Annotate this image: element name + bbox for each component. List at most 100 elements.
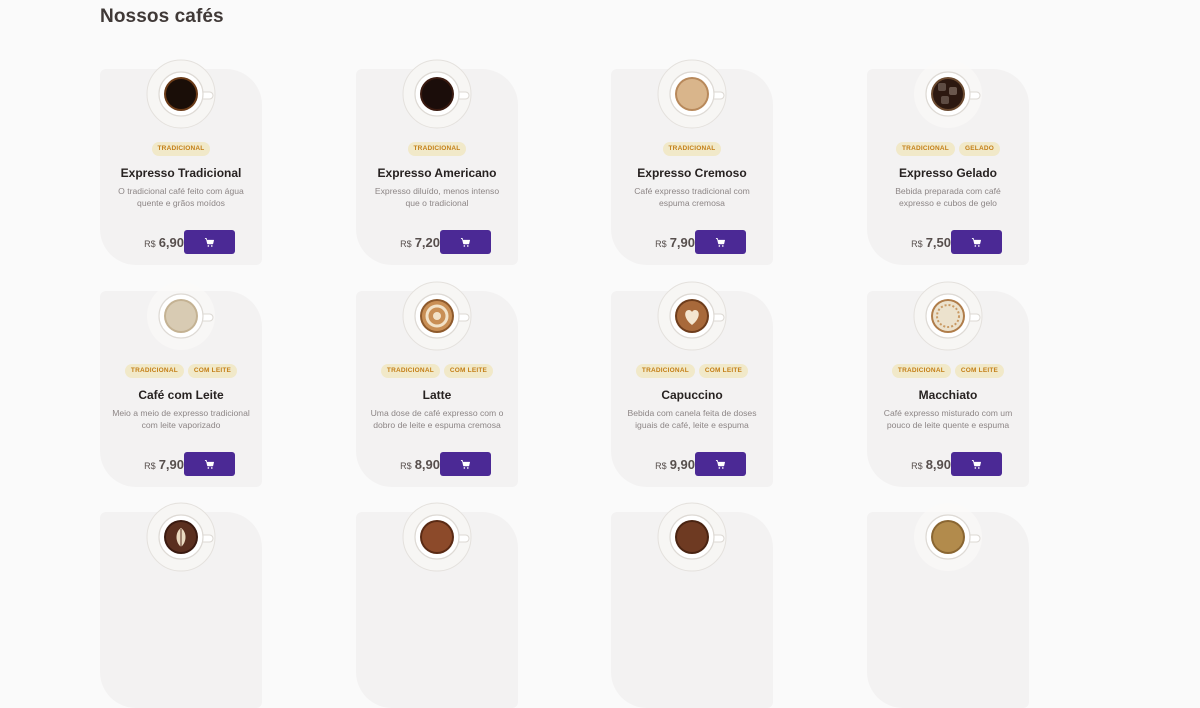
tag: COM LEITE xyxy=(187,364,238,378)
creamy-espresso-cup-icon xyxy=(657,59,727,129)
tag-list: TRADICIONAL COM LEITE xyxy=(611,364,773,378)
coffee-name: Expresso Tradicional xyxy=(120,166,242,180)
price-amount: 9,90 xyxy=(669,457,695,472)
shopping-cart-icon xyxy=(460,237,471,248)
price-amount: 8,90 xyxy=(925,457,951,472)
coffee-card: TRADICIONAL COM LEITE Latte Uma dose de caf… xyxy=(356,281,518,487)
price: R$ 9,90 xyxy=(611,456,695,474)
shopping-cart-icon xyxy=(460,459,471,470)
add-to-cart-button[interactable] xyxy=(695,230,746,254)
coffee-description: Café expresso tradicional com espuma cre… xyxy=(634,186,750,208)
price: R$ 7,20 xyxy=(356,234,440,252)
coffee-description: Expresso diluído, menos intenso que o tr… xyxy=(374,186,500,208)
tag: COM LEITE xyxy=(954,364,1005,378)
cubano-cup-icon xyxy=(657,502,727,572)
price: R$ 7,90 xyxy=(100,456,184,474)
coffee-card xyxy=(356,502,518,708)
coffee-card: TRADICIONAL COM LEITE Café com Leite Meio a… xyxy=(100,282,262,487)
price: R$ 6,90 xyxy=(100,234,184,252)
currency-symbol: R$ xyxy=(911,461,923,471)
add-to-cart-button[interactable] xyxy=(695,452,746,476)
add-to-cart-button[interactable] xyxy=(184,230,235,254)
shopping-cart-icon xyxy=(971,237,982,248)
coffee-name: Macchiato xyxy=(918,388,978,402)
shopping-cart-icon xyxy=(204,459,215,470)
coffee-card: TRADICIONAL Expresso Americano Expresso di… xyxy=(356,59,518,265)
coffee-name: Expresso Americano xyxy=(377,166,497,180)
coffee-card xyxy=(867,503,1029,708)
shopping-cart-icon xyxy=(715,237,726,248)
coffee-description: Uma dose de café expresso com o dobro de… xyxy=(370,408,504,430)
tag-list: TRADICIONAL xyxy=(356,142,518,156)
hot-chocolate-cup-icon xyxy=(402,502,472,572)
coffee-card xyxy=(100,502,262,708)
coffee-description: Bebida com canela feita de doses iguais … xyxy=(627,408,757,430)
tag: TRADICIONAL xyxy=(896,142,955,156)
shopping-cart-icon xyxy=(715,459,726,470)
shopping-cart-icon xyxy=(204,237,215,248)
tag-list: TRADICIONAL COM LEITE xyxy=(867,364,1029,378)
add-to-cart-button[interactable] xyxy=(951,230,1002,254)
tag-list: TRADICIONAL xyxy=(611,142,773,156)
tag: TRADICIONAL xyxy=(662,142,722,156)
price-amount: 8,90 xyxy=(414,457,440,472)
tag-list: TRADICIONAL COM LEITE xyxy=(100,364,262,378)
macchiato-cup-icon xyxy=(913,281,983,351)
tag: TRADICIONAL xyxy=(407,142,467,156)
tag-list: TRADICIONAL GELADO xyxy=(867,142,1029,156)
coffee-name: Capuccino xyxy=(661,388,723,402)
currency-symbol: R$ xyxy=(144,239,156,249)
coffee-name: Expresso Gelado xyxy=(898,166,998,180)
americano-cup-icon xyxy=(402,59,472,129)
price-amount: 7,50 xyxy=(925,235,951,250)
coffee-card xyxy=(611,502,773,708)
coffee-with-milk-cup-icon xyxy=(146,281,216,351)
coffee-card: TRADICIONAL GELADO Expresso Gelado Bebida p… xyxy=(867,60,1029,265)
currency-symbol: R$ xyxy=(144,461,156,471)
add-to-cart-button[interactable] xyxy=(184,452,235,476)
price-amount: 7,20 xyxy=(414,235,440,250)
price: R$ 7,50 xyxy=(867,234,951,252)
tag: COM LEITE xyxy=(698,364,749,378)
tag: TRADICIONAL xyxy=(151,142,211,156)
iced-espresso-cup-icon xyxy=(913,59,983,129)
price: R$ 7,90 xyxy=(611,234,695,252)
coffee-card: TRADICIONAL Expresso Tradicional O tradici… xyxy=(100,59,262,265)
tag: GELADO xyxy=(958,142,1000,156)
cappuccino-cup-icon xyxy=(657,281,727,351)
add-to-cart-button[interactable] xyxy=(440,452,491,476)
coffee-description: O tradicional café feito com água quente… xyxy=(118,186,244,208)
coffee-card: TRADICIONAL Expresso Cremoso Café expresso… xyxy=(611,59,773,265)
add-to-cart-button[interactable] xyxy=(951,452,1002,476)
currency-symbol: R$ xyxy=(655,461,667,471)
price-amount: 7,90 xyxy=(158,457,184,472)
coffee-card: TRADICIONAL COM LEITE Macchiato Café expres… xyxy=(867,281,1029,487)
havaiano-cup-icon xyxy=(913,502,983,572)
tag: TRADICIONAL xyxy=(124,364,184,378)
currency-symbol: R$ xyxy=(911,239,923,249)
espresso-cup-icon xyxy=(146,59,216,129)
currency-symbol: R$ xyxy=(400,461,412,471)
shopping-cart-icon xyxy=(971,459,982,470)
tag: TRADICIONAL xyxy=(380,364,440,378)
coffee-description: Meio a meio de expresso tradicional com … xyxy=(112,408,250,430)
tag: COM LEITE xyxy=(443,364,494,378)
coffee-card: TRADICIONAL COM LEITE Capuccino Bebida com … xyxy=(611,281,773,487)
price: R$ 8,90 xyxy=(867,456,951,474)
currency-symbol: R$ xyxy=(655,239,667,249)
tag: TRADICIONAL xyxy=(891,364,951,378)
coffee-description: Café expresso misturado com um pouco de … xyxy=(883,408,1013,430)
coffee-name: Latte xyxy=(422,388,452,402)
tag-list: TRADICIONAL COM LEITE xyxy=(356,364,518,378)
coffee-list: TRADICIONAL Expresso Tradicional O tradici… xyxy=(0,0,1200,708)
price: R$ 8,90 xyxy=(356,456,440,474)
coffee-name: Expresso Cremoso xyxy=(637,166,747,180)
add-to-cart-button[interactable] xyxy=(440,230,491,254)
coffee-name: Café com Leite xyxy=(138,388,224,402)
mocaccino-cup-icon xyxy=(146,502,216,572)
currency-symbol: R$ xyxy=(400,239,412,249)
coffee-description: Bebida preparada com café expresso e cub… xyxy=(895,186,1001,208)
latte-cup-icon xyxy=(402,281,472,351)
tag: TRADICIONAL xyxy=(635,364,695,378)
price-amount: 7,90 xyxy=(669,235,695,250)
